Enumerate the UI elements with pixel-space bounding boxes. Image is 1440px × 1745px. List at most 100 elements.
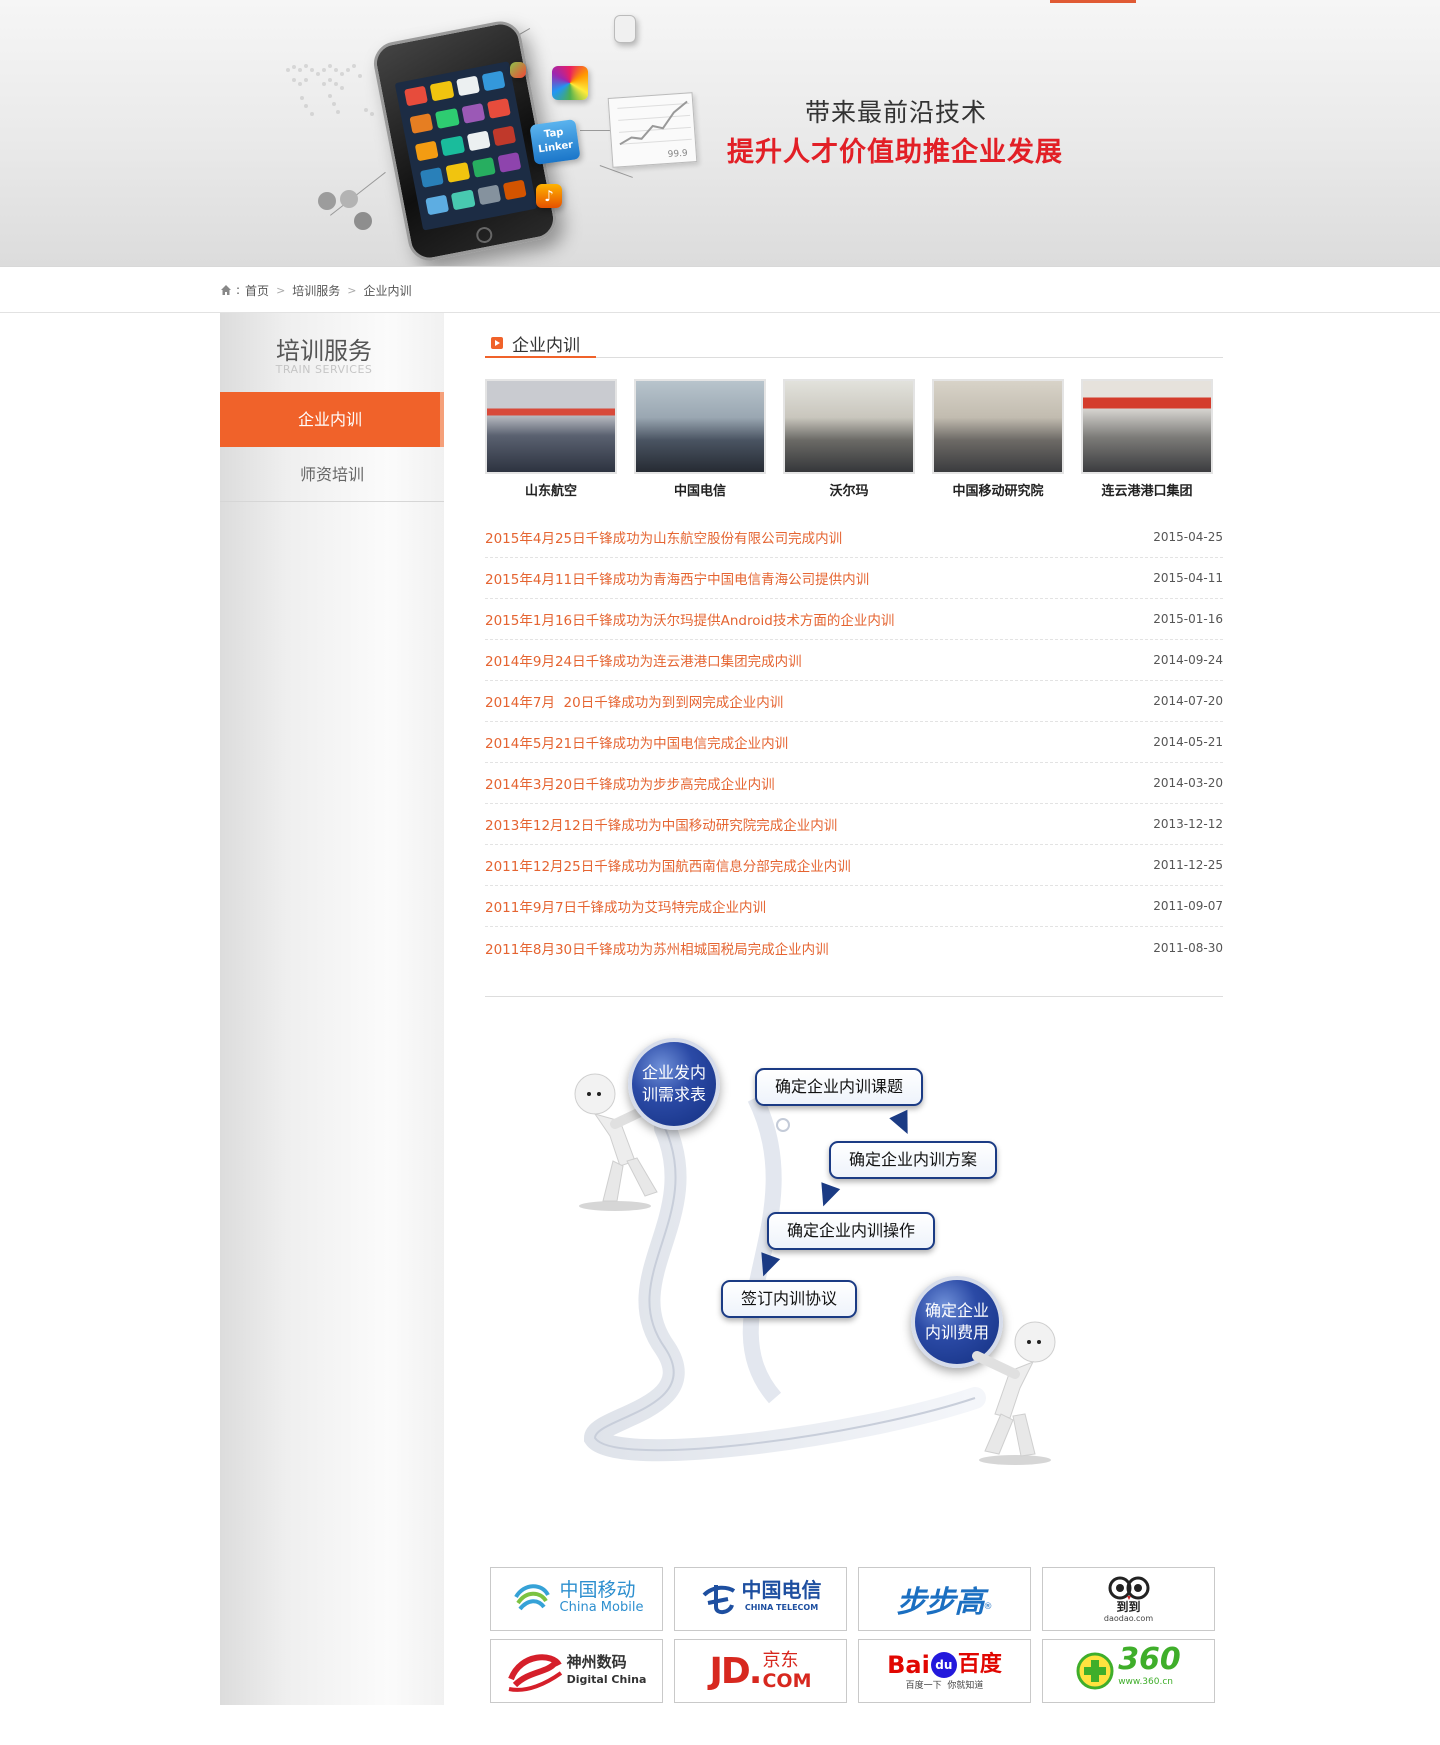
china-mobile-en: China Mobile	[559, 1600, 644, 1615]
news-list: 2015年4月25日千锋成功为山东航空股份有限公司完成内训 2015-04-25 …	[485, 517, 1223, 968]
partner-logo-jd[interactable]: JD. 京东 COM	[674, 1639, 847, 1703]
client-photo-strip: 山东航空 中国电信 沃尔玛 中国移动研究院 连云港港口集团	[485, 379, 1223, 509]
color-grid-icon	[552, 66, 588, 100]
china-telecom-cn: 中国电信	[741, 1578, 822, 1602]
sidebar-title: 培训服务	[276, 337, 372, 365]
bubugao-text: 步步高	[896, 1585, 985, 1620]
sidebar-item-enterprise-training[interactable]: 企业内训	[220, 392, 444, 447]
china-telecom-en: CHINA TELECOM	[744, 1603, 819, 1612]
music-icon: ♪	[536, 184, 562, 208]
partner-logo-bubugao[interactable]: 步步高 ®	[858, 1567, 1031, 1631]
partner-logo-china-telecom[interactable]: 中国电信 CHINA TELECOM	[674, 1567, 847, 1631]
baidu-paw-icon: du	[930, 1651, 957, 1678]
baidu-slogan: 百度一下 你就知道	[905, 1680, 984, 1691]
digital-china-cn: 神州数码	[566, 1653, 627, 1671]
start-ball-line1: 企业发内	[641, 1063, 706, 1082]
list-item: 2013年12月12日千锋成功为中国移动研究院完成企业内训 2013-12-12	[485, 804, 1223, 845]
photo-caption: 中国移动研究院	[952, 484, 1044, 499]
list-item: 2014年3月20日千锋成功为步步高完成企业内训 2014-03-20	[485, 763, 1223, 804]
china-telecom-logo-icon	[702, 1585, 735, 1614]
training-photo	[485, 379, 617, 474]
360-url: www.360.cn	[1118, 1677, 1173, 1687]
news-title-link[interactable]: 2014年5月21日千锋成功为中国电信完成企业内训	[485, 732, 788, 752]
client-photo-card[interactable]: 中国电信	[634, 379, 766, 499]
line-chart-card: 99.9	[607, 92, 698, 168]
breadcrumb-current: 企业内训	[363, 283, 412, 298]
training-photo	[783, 379, 915, 474]
banner-top-accent	[1050, 0, 1136, 3]
breadcrumb-home-link[interactable]: 首页	[245, 282, 269, 299]
play-icon	[491, 337, 503, 349]
training-process-diagram: 企业发内 训需求表 确定企业内训课题 确定企业内训方案 确定企业内训操作 签订内训…	[555, 1018, 1115, 1508]
banner-dot-icon	[354, 212, 372, 230]
partner-logo-digital-china[interactable]: 神州数码 Digital China	[490, 1639, 663, 1703]
news-date: 2014-09-24	[1153, 653, 1223, 667]
news-date: 2015-04-25	[1153, 530, 1223, 544]
home-icon	[221, 285, 231, 295]
baidu-cn: 百度	[957, 1651, 1002, 1677]
registered-mark-icon: ®	[983, 1602, 993, 1612]
start-ball-line2: 训需求表	[641, 1085, 706, 1104]
news-date: 2011-09-07	[1153, 899, 1223, 913]
client-photo-card[interactable]: 山东航空	[485, 379, 617, 499]
client-photo-card[interactable]: 连云港港口集团	[1081, 379, 1213, 499]
training-photo	[932, 379, 1064, 474]
home-button-icon	[474, 225, 494, 245]
sidebar-item-teacher-training[interactable]: 师资培训	[220, 447, 444, 502]
photo-caption: 中国电信	[673, 484, 726, 499]
360-mark: 360	[1118, 1642, 1181, 1677]
daodao-en: daodao.com	[1103, 1613, 1154, 1623]
news-title-link[interactable]: 2011年9月7日千锋成功为艾玛特完成企业内训	[485, 896, 766, 916]
360-plus-logo-icon	[1076, 1652, 1114, 1690]
digital-china-en: Digital China	[566, 1673, 647, 1686]
china-mobile-logo-icon	[513, 1584, 550, 1611]
jd-cn: 京东	[762, 1650, 799, 1671]
chart-card-value: 99.9	[667, 148, 689, 160]
chevron-right-icon: >	[276, 283, 286, 297]
news-title-link[interactable]: 2013年12月12日千锋成功为中国移动研究院完成企业内训	[485, 814, 837, 834]
section-header: 企业内训	[485, 328, 580, 358]
training-photo	[634, 379, 766, 474]
section-title: 企业内训	[512, 335, 580, 356]
partner-logo-daodao[interactable]: 到到 daodao.com	[1042, 1567, 1215, 1631]
banner-slogan-line1: 带来最前沿技术	[805, 98, 988, 127]
partner-logo-360[interactable]: 360 www.360.cn	[1042, 1639, 1215, 1703]
news-title-link[interactable]: 2011年8月30日千锋成功为苏州相城国税局完成企业内训	[485, 938, 829, 958]
daodao-cn: 到到	[1116, 1599, 1141, 1614]
news-date: 2014-03-20	[1153, 776, 1223, 790]
news-title-link[interactable]: 2015年4月25日千锋成功为山东航空股份有限公司完成内训	[485, 527, 842, 547]
news-date: 2015-04-11	[1153, 571, 1223, 585]
banner-dot-icon	[340, 190, 358, 208]
document-icon	[614, 15, 636, 43]
list-item: 2015年4月11日千锋成功为青海西宁中国电信青海公司提供内训 2015-04-1…	[485, 558, 1223, 599]
news-title-link[interactable]: 2014年7月 20日千锋成功为到到网完成企业内训	[485, 691, 783, 711]
banner-slogan-line2: 提升人才价值助推企业发展	[727, 137, 1063, 168]
flow-step-topic: 确定企业内训课题	[755, 1068, 924, 1106]
list-item: 2015年4月25日千锋成功为山东航空股份有限公司完成内训 2015-04-25	[485, 517, 1223, 558]
client-photo-card[interactable]: 中国移动研究院	[932, 379, 1064, 499]
training-photo	[1081, 379, 1213, 474]
list-item: 2011年9月7日千锋成功为艾玛特完成企业内训 2011-09-07	[485, 886, 1223, 927]
breadcrumb-divider	[0, 312, 1440, 313]
news-list-divider	[485, 996, 1223, 997]
news-title-link[interactable]: 2011年12月25日千锋成功为国航西南信息分部完成企业内训	[485, 855, 851, 875]
news-title-link[interactable]: 2014年3月20日千锋成功为步步高完成企业内训	[485, 773, 775, 793]
tap-linker-icon: Tap Linker	[529, 118, 581, 166]
news-date: 2011-12-25	[1153, 858, 1223, 872]
photo-caption: 连云港港口集团	[1101, 484, 1193, 499]
photo-caption: 沃尔玛	[829, 484, 869, 499]
news-title-link[interactable]: 2015年1月16日千锋成功为沃尔玛提供Android技术方面的企业内训	[485, 609, 894, 629]
news-title-link[interactable]: 2015年4月11日千锋成功为青海西宁中国电信青海公司提供内训	[485, 568, 869, 588]
news-title-link[interactable]: 2014年9月24日千锋成功为连云港港口集团完成内训	[485, 650, 802, 670]
news-date: 2013-12-12	[1153, 817, 1223, 831]
partner-logo-baidu[interactable]: Bai du 百度 百度一下 你就知道	[858, 1639, 1031, 1703]
china-mobile-cn: 中国移动	[559, 1579, 636, 1601]
list-item: 2014年9月24日千锋成功为连云港港口集团完成内训 2014-09-24	[485, 640, 1223, 681]
digital-china-logo-icon	[507, 1654, 562, 1692]
partner-logo-china-mobile[interactable]: 中国移动 China Mobile	[490, 1567, 663, 1631]
owl-logo-icon	[1108, 1576, 1149, 1600]
app-icon	[510, 62, 526, 78]
breadcrumb-training-link[interactable]: 培训服务	[292, 282, 340, 299]
client-photo-card[interactable]: 沃尔玛	[783, 379, 915, 499]
news-date: 2015-01-16	[1153, 612, 1223, 626]
